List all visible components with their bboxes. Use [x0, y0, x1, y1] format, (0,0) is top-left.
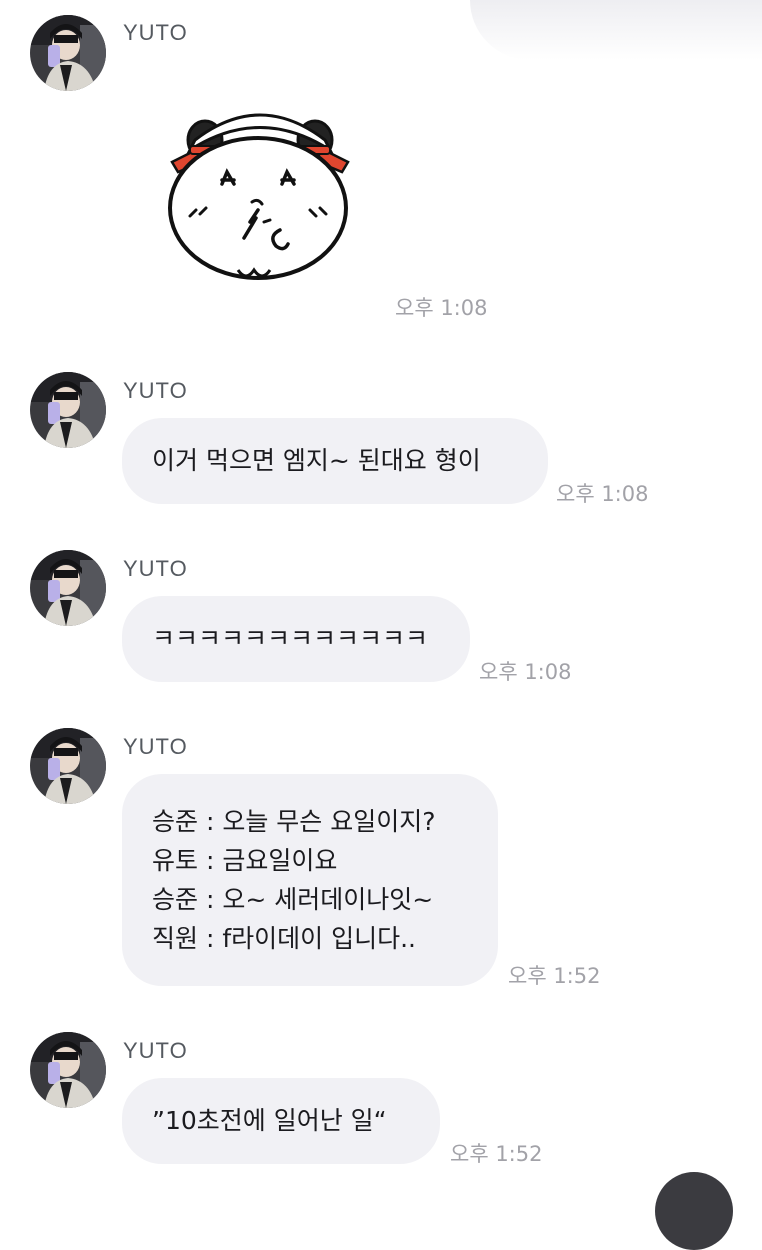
sender-name: YUTO: [123, 20, 188, 45]
message-line: 직원 : f라이데이 입니다..: [152, 924, 416, 953]
message-time: 오후 1:08: [395, 296, 488, 320]
message-bubble[interactable]: 승준 : 오늘 무슨 요일이지? 유토 : 금요일이요 승준 : 오~ 세러데이…: [122, 774, 498, 986]
message-text: YUTO 승준 : 오늘 무슨 요일이지? 유토 : 금요일이요 승준 : 오~…: [0, 726, 762, 996]
message-time: 오후 1:08: [556, 482, 649, 506]
message-line: 승준 : 오~ 세러데이나잇~: [152, 885, 434, 914]
message-bubble[interactable]: ”10초전에 일어난 일“: [122, 1078, 440, 1164]
sender-name: YUTO: [123, 556, 188, 581]
avatar[interactable]: [30, 728, 106, 804]
message-line: 이거 먹으면 엠지~ 된대요 형이: [152, 446, 481, 475]
avatar[interactable]: [30, 550, 106, 626]
message-bubble[interactable]: ㅋㅋㅋㅋㅋㅋㅋㅋㅋㅋㅋㅋ: [122, 596, 470, 682]
avatar[interactable]: [30, 1032, 106, 1108]
scroll-to-bottom-button[interactable]: [655, 1172, 733, 1250]
avatar[interactable]: [30, 15, 106, 91]
hamster-sticker-icon[interactable]: [160, 110, 360, 285]
message-text: YUTO 이거 먹으면 엠지~ 된대요 형이 오후 1:08: [0, 370, 762, 510]
message-time: 오후 1:52: [450, 1142, 543, 1166]
message-line: ㅋㅋㅋㅋㅋㅋㅋㅋㅋㅋㅋㅋ: [152, 624, 429, 653]
sender-name: YUTO: [123, 1038, 188, 1063]
message-sticker: YUTO 오후 1:08: [0, 0, 762, 330]
message-line: 승준 : 오늘 무슨 요일이지?: [152, 807, 436, 836]
message-bubble[interactable]: 이거 먹으면 엠지~ 된대요 형이: [122, 418, 548, 504]
message-time: 오후 1:08: [479, 660, 572, 684]
message-text: YUTO ㅋㅋㅋㅋㅋㅋㅋㅋㅋㅋㅋㅋ 오후 1:08: [0, 548, 762, 688]
message-text: YUTO ”10초전에 일어난 일“ 오후 1:52: [0, 1030, 762, 1180]
message-time: 오후 1:52: [508, 964, 601, 988]
avatar[interactable]: [30, 372, 106, 448]
message-line: 유토 : 금요일이요: [152, 846, 338, 875]
sender-name: YUTO: [123, 378, 188, 403]
sender-name: YUTO: [123, 734, 188, 759]
message-line: ”10초전에 일어난 일“: [152, 1106, 387, 1135]
